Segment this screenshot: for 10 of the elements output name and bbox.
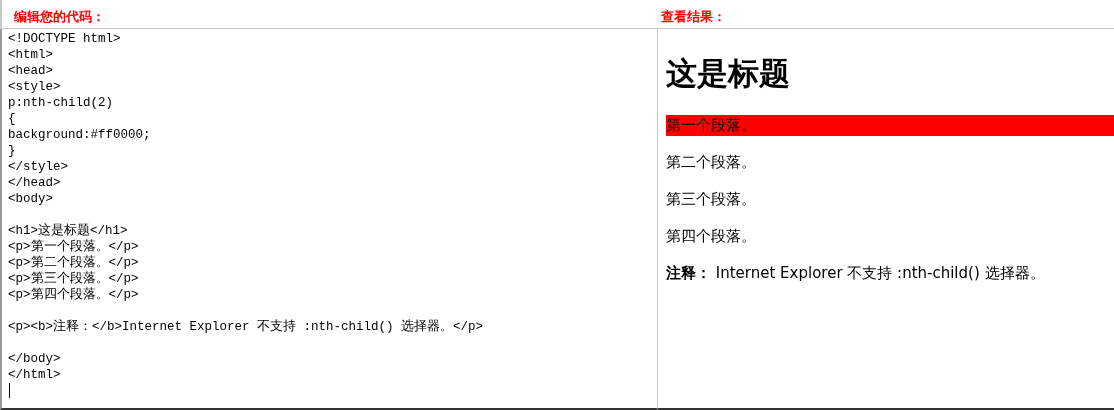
code-editor[interactable]: <!DOCTYPE html> <html> <head> <style> p:nth-child(2) { background:#ff0000; } </style> </head> <body> <h1>这是标题</h1> <p>第一个段落。</p> <p>第二个段落。</p> <p>第三个段落。</p> <p>第四个段落。</p> <p><b>注释：</b>Internet Explorer 不支持 :nth-child() 选择器。</p> </body> </html> <box>8 31 657 383</box>
result-paragraph: 第二个段落。 <box>666 152 757 173</box>
result-paragraph: 注释： Internet Explorer 不支持 :nth-child() 选择器。 <box>666 263 1046 284</box>
editor-label: 编辑您的代码： <box>14 9 105 24</box>
result-heading: 这是标题 <box>666 54 791 93</box>
result-paragraph: 第四个段落。 <box>666 226 757 247</box>
result-paragraph: 第三个段落。 <box>666 189 757 210</box>
result-label: 查看结果： <box>661 9 726 24</box>
text-cursor <box>9 383 10 398</box>
highlighted-paragraph: 第一个段落。 <box>666 115 1114 136</box>
